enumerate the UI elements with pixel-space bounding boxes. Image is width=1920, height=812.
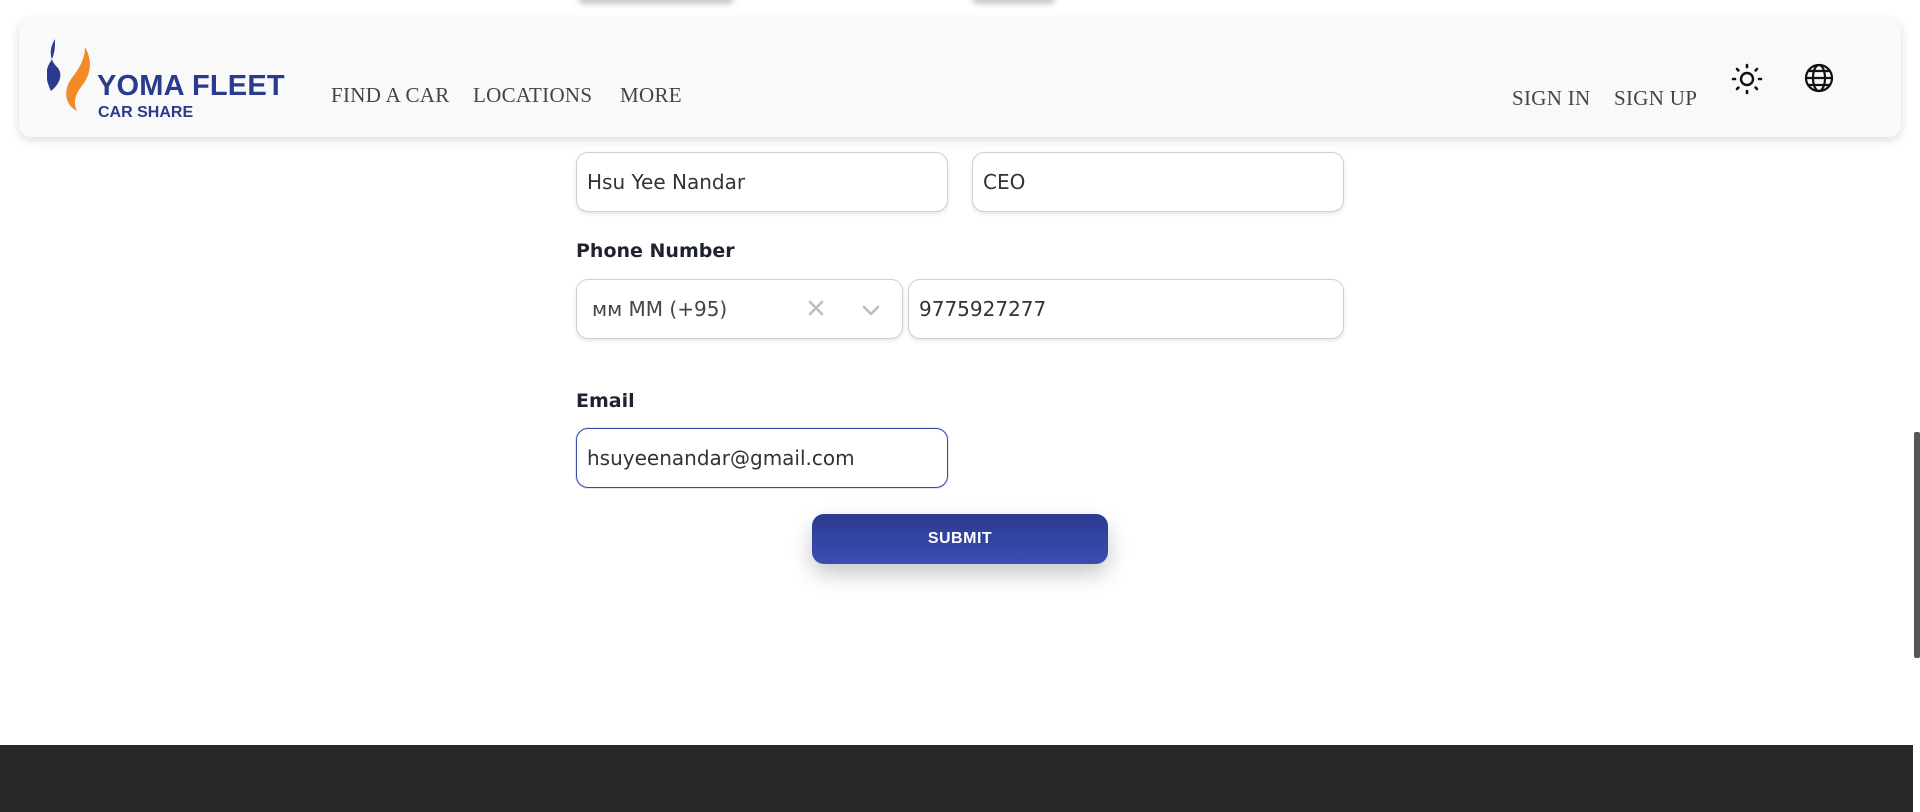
page-footer: [0, 745, 1920, 812]
brand-logo[interactable]: YOMA FLEET CAR SHARE: [47, 39, 287, 121]
country-code-select[interactable]: мм MM (+95): [576, 279, 903, 339]
position-input[interactable]: [972, 152, 1344, 212]
chevron-down-icon[interactable]: [860, 299, 882, 325]
sun-icon[interactable]: [1731, 63, 1763, 99]
sign-in-link[interactable]: SIGN IN: [1512, 88, 1591, 109]
scrolled-label-company-name: [578, 0, 734, 4]
phone-number-input[interactable]: [908, 279, 1344, 339]
brand-subtitle: CAR SHARE: [98, 104, 194, 121]
nav-more[interactable]: MORE: [620, 85, 682, 106]
country-code-value: мм MM (+95): [592, 297, 728, 321]
submit-button[interactable]: SUBMIT: [812, 514, 1108, 564]
brand-title: YOMA FLEET: [97, 70, 285, 102]
top-navbar: YOMA FLEET CAR SHARE FIND A CAR LOCATION…: [19, 19, 1901, 137]
email-label: Email: [576, 390, 635, 412]
clear-icon[interactable]: [805, 297, 827, 323]
email-input[interactable]: [576, 428, 948, 488]
page-scrollbar-thumb[interactable]: [1914, 432, 1920, 658]
scrolled-label-position: [972, 0, 1056, 4]
globe-icon[interactable]: [1803, 62, 1835, 98]
phone-number-label: Phone Number: [576, 240, 735, 262]
flame-logo-icon: [47, 39, 90, 111]
nav-locations[interactable]: LOCATIONS: [473, 85, 592, 106]
name-input[interactable]: [576, 152, 948, 212]
nav-find-a-car[interactable]: FIND A CAR: [331, 85, 450, 106]
scrollbar-track-edge: [1913, 745, 1920, 812]
sign-up-link[interactable]: SIGN UP: [1614, 88, 1697, 109]
